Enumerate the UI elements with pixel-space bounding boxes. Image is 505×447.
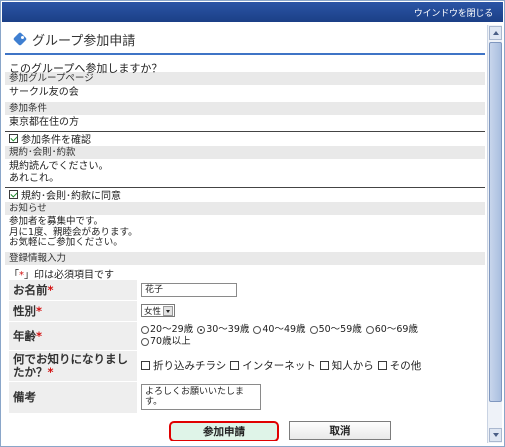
registration-heading: 登録情報入力 xyxy=(5,251,485,265)
rules-checkbox-label: 規約･会則･約款に同意 xyxy=(21,191,121,202)
checkbox-icon[interactable] xyxy=(141,361,150,370)
tag-icon xyxy=(13,32,27,46)
gender-row: 性別* 女性 xyxy=(9,299,479,321)
conditions-value: 東京都在住の方 xyxy=(9,117,79,128)
rules-heading: 規約･会則･約款 xyxy=(5,146,485,159)
window-topbar: ウインドウを閉じる xyxy=(2,2,503,22)
remarks-cell: よろしくお願いいたします。 xyxy=(137,380,479,413)
radio-icon[interactable] xyxy=(141,337,149,346)
name-cell: 花子 xyxy=(137,278,479,300)
name-label: お名前* xyxy=(9,278,137,300)
gender-cell: 女性 xyxy=(137,299,479,321)
gender-label: 性別* xyxy=(9,299,137,321)
source-label: 何でお知りになりましたか？* xyxy=(9,349,137,381)
age-option-20s[interactable]: 20～29歳 xyxy=(141,324,193,336)
required-note: 「*」印は必須項目です xyxy=(5,265,485,281)
chevron-down-icon xyxy=(163,305,174,316)
vertical-scrollbar[interactable] xyxy=(487,25,502,443)
age-option-40s[interactable]: 40～49歳 xyxy=(253,324,306,336)
notice-line: お気軽にご参加ください。 xyxy=(9,237,123,248)
dialog-window: ウインドウを閉じる グループ参加申請 このグループへ参加しますか？ 参加グループ… xyxy=(0,0,505,447)
conditions-heading: 参加条件 xyxy=(5,102,485,115)
source-option-flyer[interactable]: 折り込みチラシ xyxy=(141,358,226,373)
cancel-button[interactable]: 取消 xyxy=(289,421,391,440)
age-option-70plus[interactable]: 70歳以上 xyxy=(141,336,191,348)
rules-text: 規約読んでください。 あれこれ。 xyxy=(5,159,485,187)
checkbox-icon[interactable] xyxy=(377,361,387,370)
remarks-textarea[interactable]: よろしくお願いいたします。 xyxy=(141,384,261,411)
source-row: 何でお知りになりましたか？* 折り込みチラシ インターネット 知人から その他 xyxy=(9,349,479,381)
age-option-50s[interactable]: 50～59歳 xyxy=(309,324,362,336)
notice-heading: お知らせ xyxy=(5,202,485,215)
group-page-heading: 参加グループページ xyxy=(5,72,485,85)
radio-icon[interactable] xyxy=(253,325,262,334)
source-option-friend[interactable]: 知人から xyxy=(319,358,374,373)
notice-line: 参加者を募集中です。 xyxy=(9,216,104,227)
scroll-up-icon[interactable] xyxy=(489,26,502,40)
source-checkbox-group: 折り込みチラシ インターネット 知人から その他 xyxy=(141,358,475,373)
age-label: 年齢* xyxy=(9,320,137,350)
age-cell: 20～29歳 30～39歳 40～49歳 50～59歳 60～69歳 70歳以上 xyxy=(137,320,479,350)
gender-selected-value: 女性 xyxy=(144,306,162,317)
age-option-30s[interactable]: 30～39歳 xyxy=(197,324,249,336)
name-row: お名前* 花子 xyxy=(9,278,479,300)
checkbox-icon[interactable] xyxy=(230,361,240,370)
submit-join-button[interactable]: 参加申請 xyxy=(169,421,279,441)
gender-select[interactable]: 女性 xyxy=(141,304,176,317)
radio-icon[interactable] xyxy=(141,325,149,334)
rules-line: 規約読んでください。 xyxy=(9,161,109,172)
remarks-row: 備考 よろしくお願いいたします。 xyxy=(9,380,479,413)
conditions-checkbox[interactable] xyxy=(9,134,18,143)
button-row: 参加申請 取消 xyxy=(75,421,485,441)
scroll-thumb[interactable] xyxy=(489,42,502,402)
age-option-60s[interactable]: 60～69歳 xyxy=(365,324,418,336)
rules-agree-row[interactable]: 規約･会則･約款に同意 xyxy=(5,187,485,202)
source-option-internet[interactable]: インターネット xyxy=(230,358,316,373)
required-note-text: 」印は必須項目です xyxy=(24,269,114,281)
radio-selected-icon[interactable] xyxy=(197,325,206,334)
registration-form: お名前* 花子 性別* 女性 年齢* 20～29歳 30～39歳 40～49歳 … xyxy=(9,278,479,413)
conditions-checkbox-label: 参加条件を確認 xyxy=(21,135,91,146)
name-input[interactable]: 花子 xyxy=(141,282,237,297)
radio-icon[interactable] xyxy=(365,325,374,334)
page-title: グループ参加申請 xyxy=(32,33,136,49)
checkbox-icon[interactable] xyxy=(319,361,329,370)
group-page-value: サークル友の会 xyxy=(9,87,79,98)
rules-line: あれこれ。 xyxy=(9,173,60,184)
source-cell: 折り込みチラシ インターネット 知人から その他 xyxy=(137,349,479,381)
notice-text: 参加者を募集中です。 月に1度、親睦会があります。 お気軽にご参加ください。 xyxy=(5,215,485,251)
radio-icon[interactable] xyxy=(309,325,318,334)
age-radio-group: 20～29歳 30～39歳 40～49歳 50～59歳 60～69歳 70歳以上 xyxy=(141,324,475,348)
source-option-other[interactable]: その他 xyxy=(377,358,421,373)
join-question: このグループへ参加しますか？ xyxy=(9,62,163,75)
conditions-confirm-row[interactable]: 参加条件を確認 xyxy=(5,131,485,146)
page-header: グループ参加申請 xyxy=(5,25,485,55)
rules-checkbox[interactable] xyxy=(9,190,18,199)
scroll-down-icon[interactable] xyxy=(489,428,502,442)
required-note-prefix: 「 xyxy=(9,269,19,281)
remarks-label: 備考 xyxy=(9,380,137,413)
age-row: 年齢* 20～29歳 30～39歳 40～49歳 50～59歳 60～69歳 7… xyxy=(9,320,479,350)
close-window-link[interactable]: ウインドウを閉じる xyxy=(414,6,493,19)
form-content: グループ参加申請 このグループへ参加しますか？ 参加グループページ サークル友の… xyxy=(5,25,485,441)
